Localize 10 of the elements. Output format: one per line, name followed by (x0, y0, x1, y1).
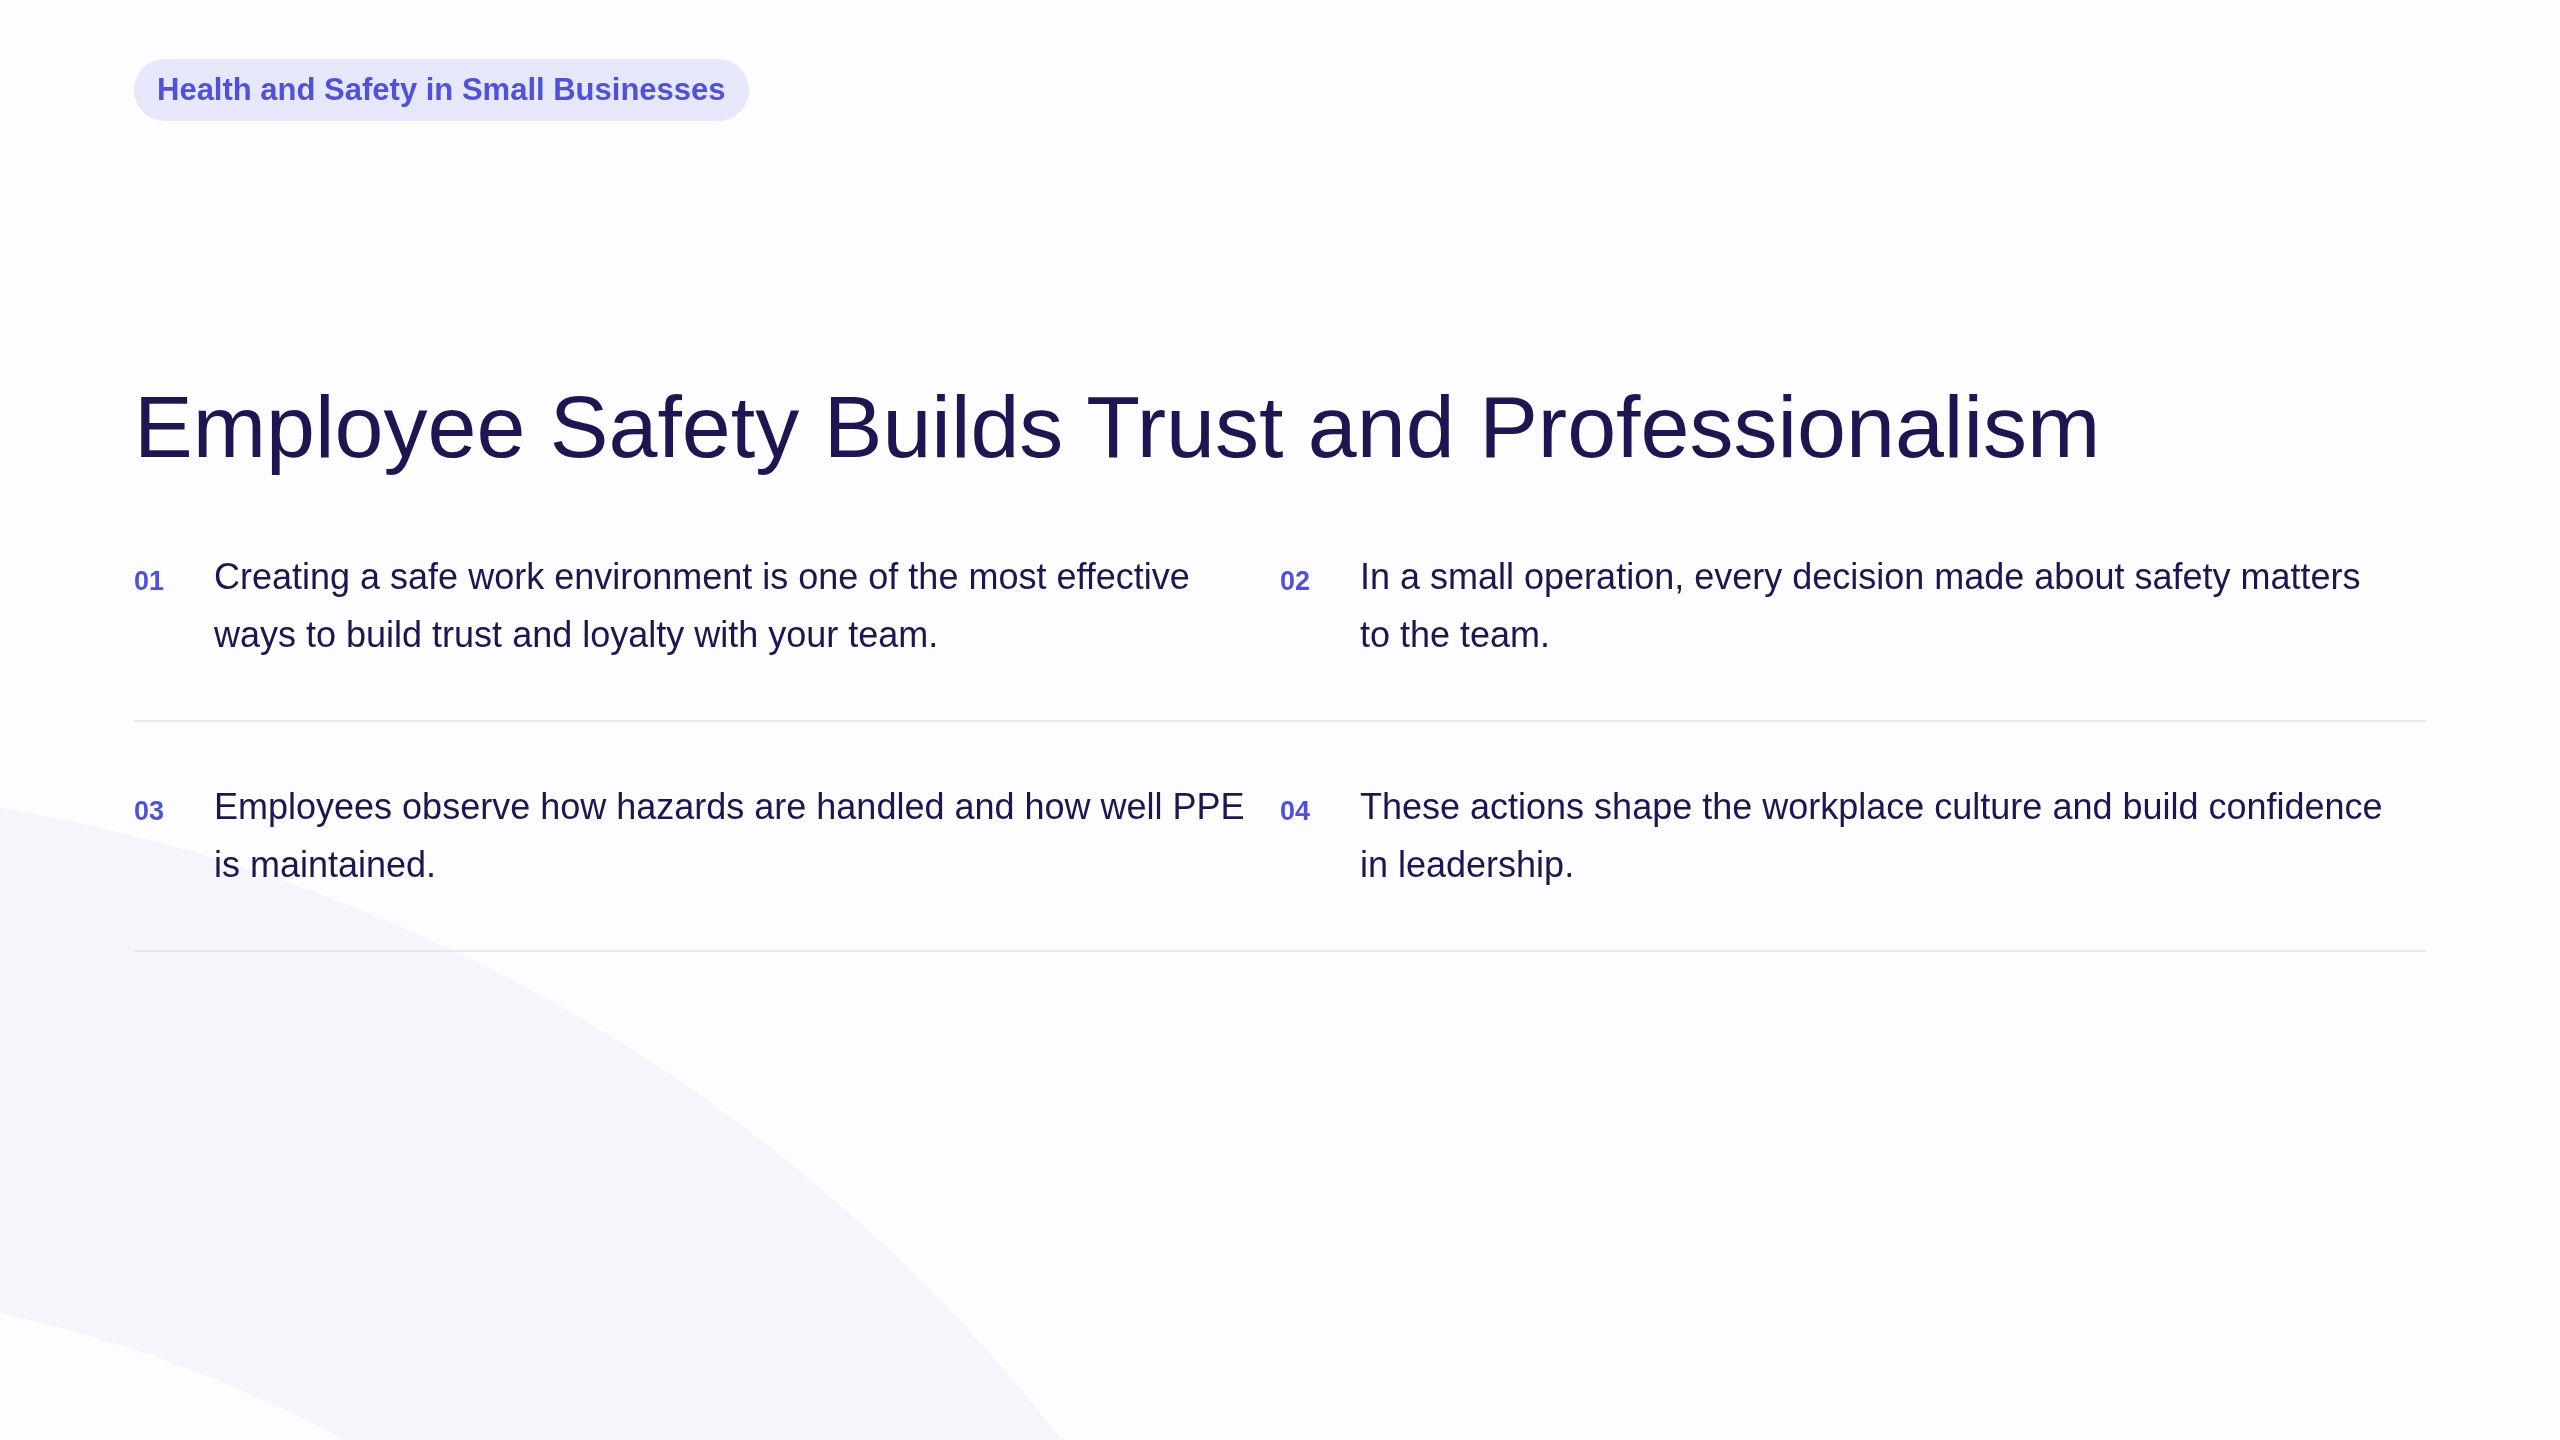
topic-badge: Health and Safety in Small Businesses (134, 59, 749, 121)
item-number: 01 (134, 564, 166, 598)
item-number: 02 (1280, 564, 1312, 598)
item-number: 03 (134, 794, 166, 828)
slide-title: Employee Safety Builds Trust and Professionalism (134, 379, 2101, 476)
item-number: 04 (1280, 794, 1312, 828)
item-text: In a small operation, every decision made about safety matters to the team. (1360, 554, 2362, 657)
item-text: Employees observe how hazards are handled and how well PPE is maintained. (214, 784, 1246, 887)
item-text: These actions shape the workplace culture and build confidence in leadership. (1360, 784, 2384, 887)
item-text: Creating a safe work environment is one of the most effective ways to build trust and loyalty with your team. (214, 554, 1191, 657)
